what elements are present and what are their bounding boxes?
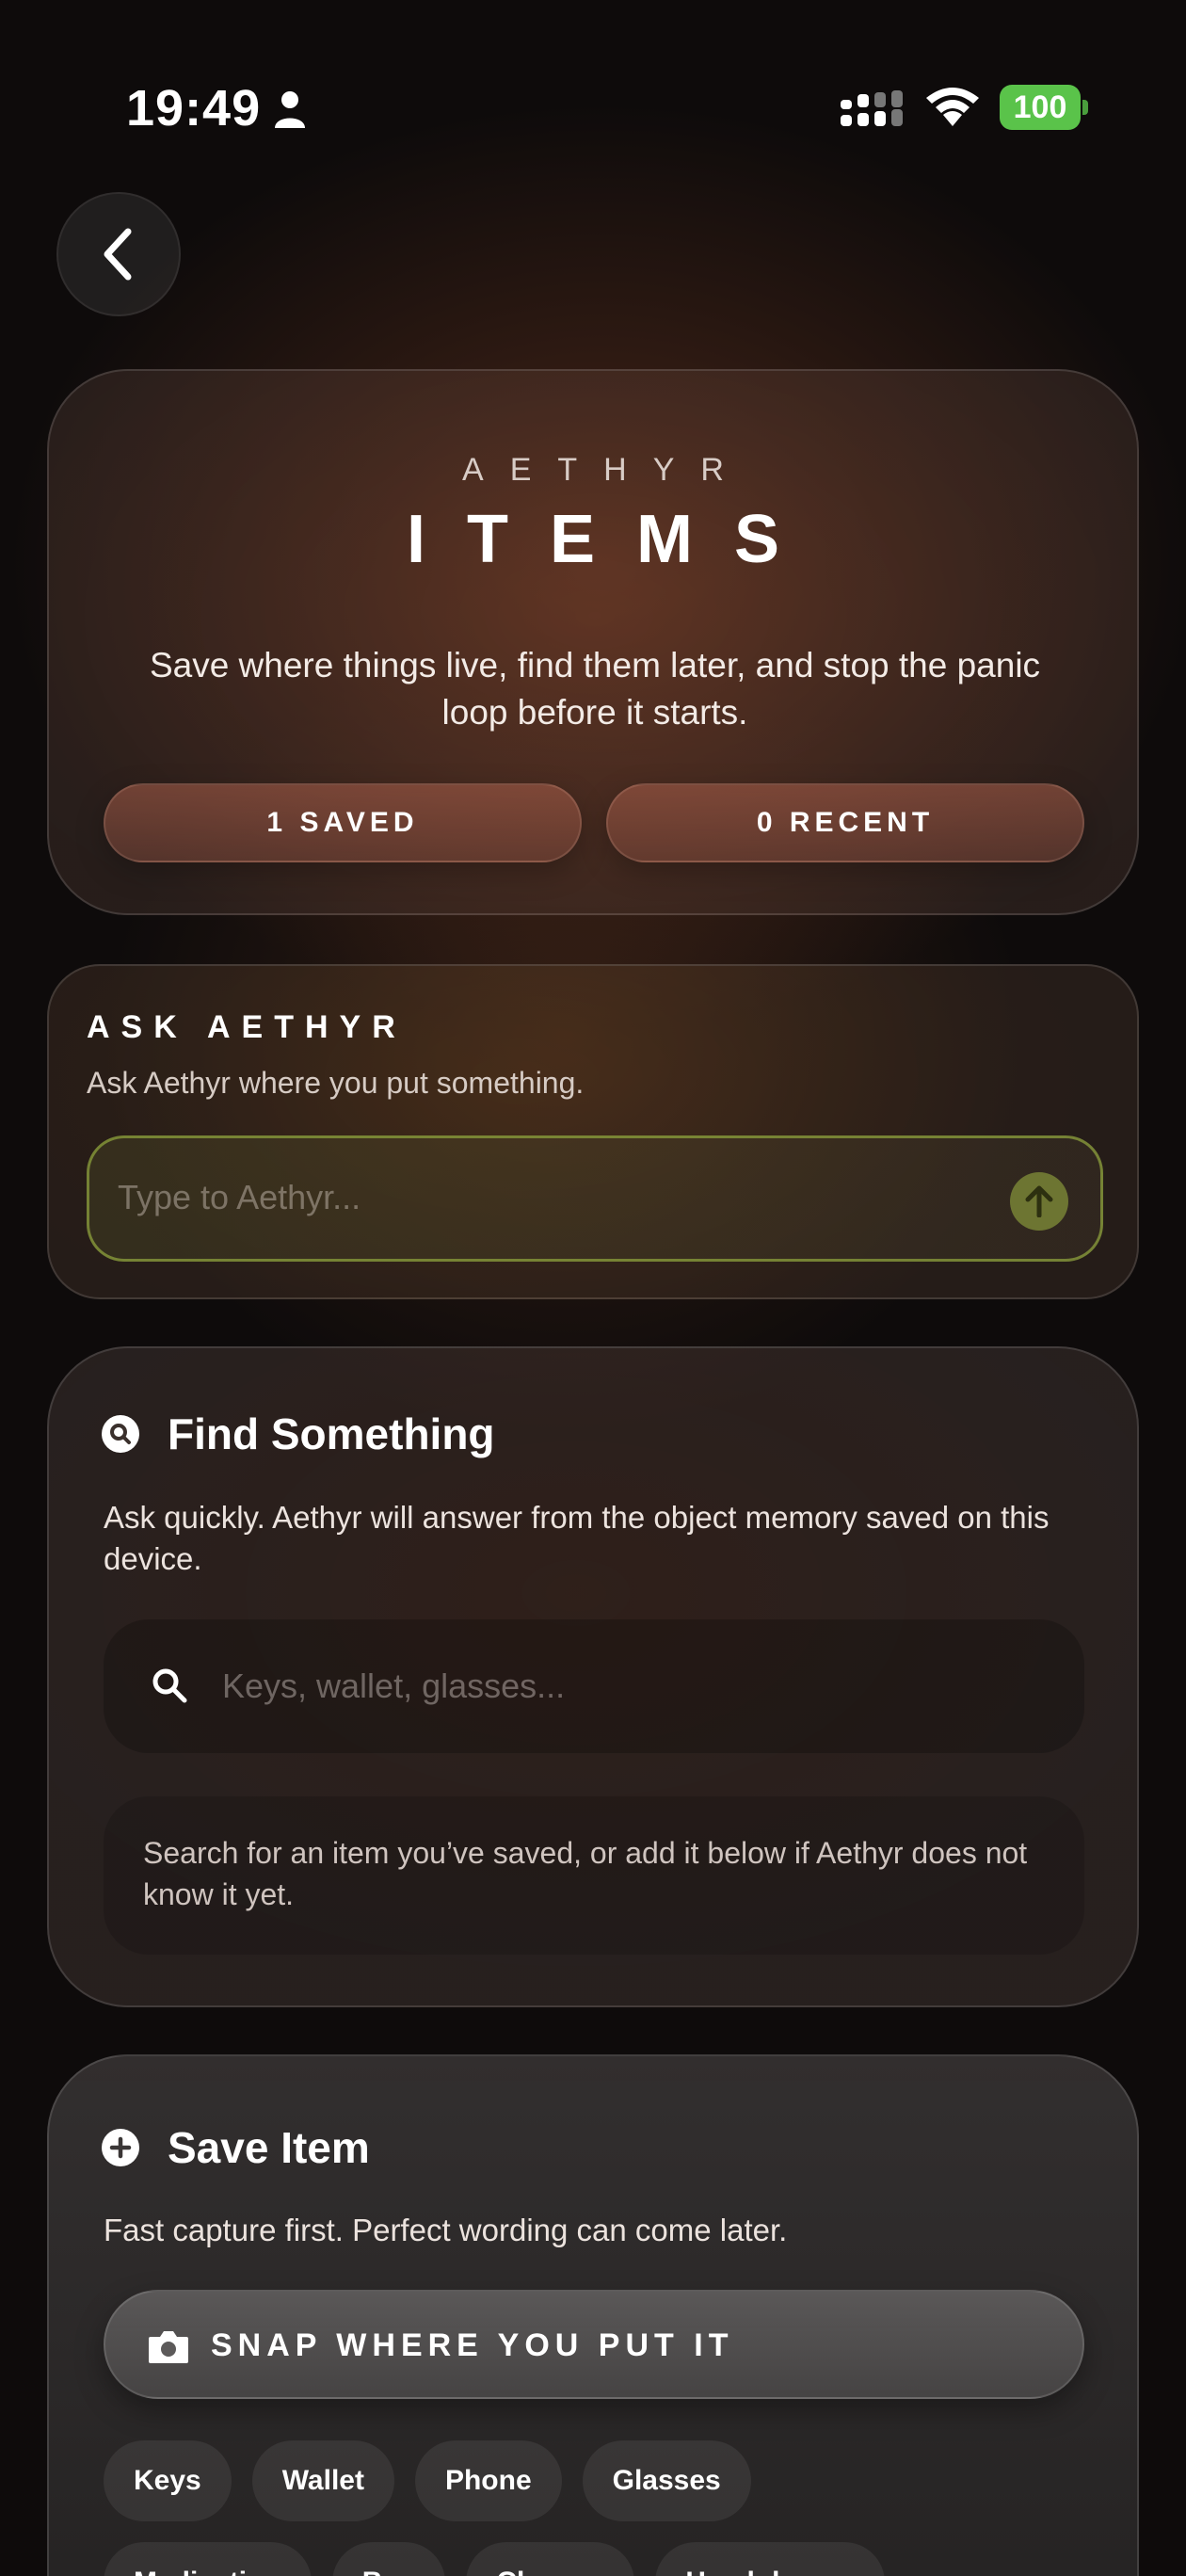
item-chip-glasses[interactable]: Glasses [582,2440,751,2521]
ask-input-placeholder: Type to Aethyr... [118,1178,361,1216]
item-search-input[interactable]: Keys, wallet, glasses... [104,1619,1084,1753]
app-eyebrow: AETHYR [462,452,750,488]
plus-circle-icon [102,2129,139,2166]
save-header: Save Item [102,2122,370,2173]
search-icon [152,1668,187,1703]
snap-label: SNAP WHERE YOU PUT IT [211,2327,734,2363]
arrow-up-icon [1025,1185,1053,1217]
page-title: ITEMS [406,502,821,577]
save-title: Save Item [168,2123,370,2172]
search-placeholder: Keys, wallet, glasses... [222,1666,566,1705]
camera-icon [149,2331,188,2363]
back-button[interactable] [56,192,181,316]
search-hint: Search for an item you’ve saved, or add … [104,1796,1084,1955]
hero-card: AETHYR ITEMS Save where things live, fin… [47,369,1139,915]
find-something-card: Find Something Ask quickly. Aethyr will … [47,1346,1139,2007]
status-time: 19:49 [126,80,262,137]
battery-percent: 100 [1013,89,1067,125]
snap-location-button[interactable]: SNAP WHERE YOU PUT IT [104,2290,1084,2399]
find-header: Find Something [102,1409,495,1459]
item-chip-phone[interactable]: Phone [414,2440,562,2521]
ask-title: ASK AETHYR [87,1009,407,1045]
person-icon [275,91,305,128]
save-description: Fast capture first. Perfect wording can … [104,2213,788,2247]
saved-count-button[interactable]: 1 SAVED [104,783,582,862]
find-title: Find Something [168,1409,495,1458]
item-chip-keys[interactable]: Keys [104,2440,232,2521]
battery-indicator: 100 [1000,85,1088,130]
find-description: Ask quickly. Aethyr will answer from the… [104,1500,1050,1576]
quick-item-chips: KeysWalletPhoneGlasses Medication Bag Char… [104,2440,1101,2576]
item-chip-charger[interactable]: Charger [466,2542,635,2576]
send-button[interactable] [1010,1172,1068,1231]
status-bar: 19:49 100 [0,0,1186,217]
search-circle-icon [102,1415,139,1453]
item-chip-wallet[interactable]: Wallet [251,2440,394,2521]
recent-count-button[interactable]: 0 RECENT [606,783,1084,862]
save-item-card: Save Item Fast capture first. Perfect wo… [47,2054,1139,2576]
chevron-left-icon [104,228,132,281]
item-chip-headphones[interactable]: Headphones [655,2542,886,2576]
wifi-icon [926,88,979,126]
item-chip-medication[interactable]: Medication [104,2542,312,2576]
hero-description: Save where things live, find them later,… [149,646,1041,732]
item-chip-bag[interactable]: Bag [331,2542,446,2576]
ask-subtitle: Ask Aethyr where you put something. [87,1066,585,1100]
cellular-signal-icon [841,90,903,126]
ask-aethyr-card: ASK AETHYR Ask Aethyr where you put some… [47,964,1139,1299]
ask-input[interactable]: Type to Aethyr... [87,1135,1103,1262]
